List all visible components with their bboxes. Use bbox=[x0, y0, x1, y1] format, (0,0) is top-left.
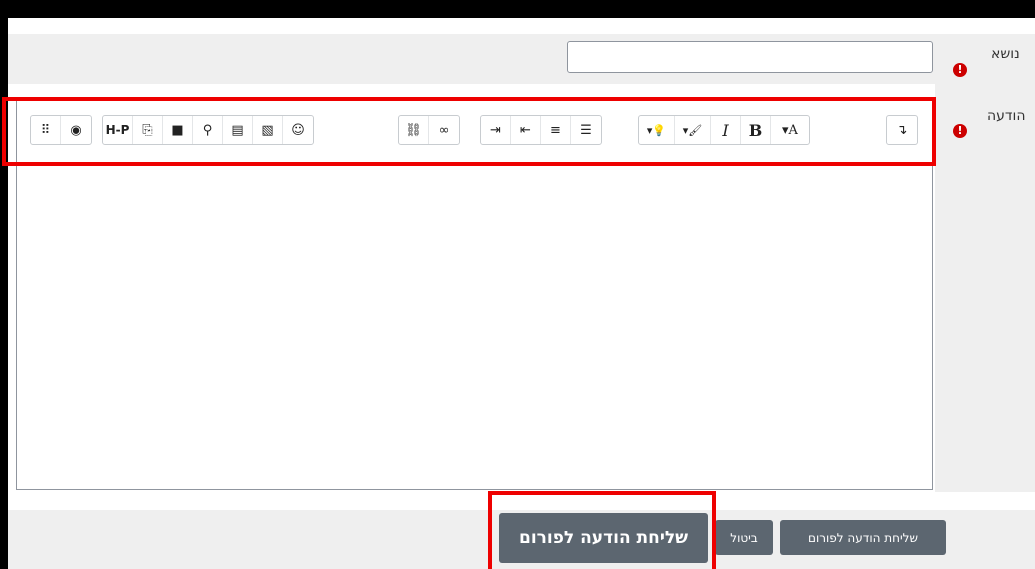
label-column bbox=[935, 84, 1035, 492]
message-label: הודעה bbox=[987, 108, 1026, 124]
left-border bbox=[0, 0, 8, 569]
subject-label: נושא bbox=[991, 46, 1020, 62]
button-highlight bbox=[488, 491, 716, 569]
required-icon: ! bbox=[953, 124, 967, 138]
required-icon: ! bbox=[953, 63, 967, 77]
post-to-forum-button[interactable]: שליחת הודעה לפורום bbox=[780, 520, 946, 555]
subject-input[interactable] bbox=[567, 41, 933, 73]
cancel-button[interactable]: ביטול bbox=[715, 520, 773, 555]
toolbar-highlight bbox=[2, 97, 936, 166]
top-border bbox=[0, 0, 1035, 18]
